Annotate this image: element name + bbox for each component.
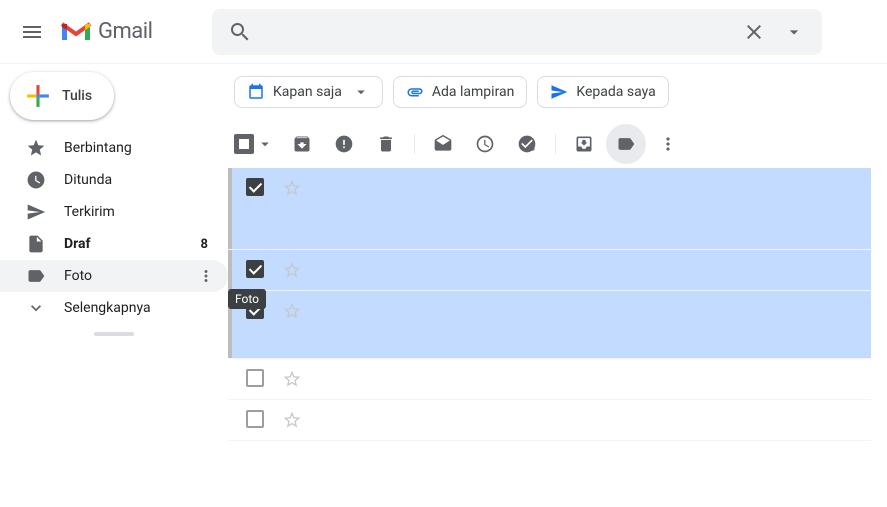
toolbar-separator (555, 134, 556, 154)
row-checkbox[interactable] (246, 178, 266, 198)
filter-chip[interactable]: Ada lampiran (393, 76, 528, 108)
label-more-button[interactable] (196, 266, 216, 286)
chip-label: Ada lampiran (432, 84, 515, 100)
snooze-button[interactable] (465, 124, 505, 164)
search-input[interactable] (260, 23, 734, 41)
mail-row[interactable] (228, 168, 871, 250)
report-spam-button[interactable] (324, 124, 364, 164)
sidebar-item-selengkapnya[interactable]: Selengkapnya (0, 292, 228, 324)
star-icon (26, 138, 46, 158)
header: Gmail (0, 0, 887, 64)
sidebar-item-label: Draf (64, 236, 201, 252)
chip-label: Kapan saja (273, 84, 342, 100)
more-actions-button[interactable] (648, 124, 688, 164)
search-bar[interactable] (212, 9, 822, 55)
move-to-button[interactable] (564, 124, 604, 164)
sidebar-item-terkirim[interactable]: Terkirim (0, 196, 228, 228)
row-checkbox[interactable] (246, 369, 266, 389)
selection-indicator (228, 250, 232, 290)
delete-button[interactable] (366, 124, 406, 164)
sidebar-resize-handle[interactable] (94, 332, 134, 336)
file-icon (26, 234, 46, 254)
sidebar-item-label: Berbintang (64, 140, 216, 156)
filter-chip[interactable]: Kapan saja (234, 76, 383, 108)
mail-row[interactable] (228, 250, 871, 291)
archive-button[interactable] (282, 124, 322, 164)
filter-chip[interactable]: Kepada saya (537, 76, 668, 108)
main-menu-button[interactable] (8, 8, 56, 56)
filter-chips-row: Kapan saja Ada lampiran Kepada saya (228, 64, 871, 120)
label-tooltip: Foto (228, 289, 266, 309)
select-all-checkbox-icon (234, 134, 254, 154)
sidebar-item-draf[interactable]: Draf8 (0, 228, 228, 260)
caret-down-icon (256, 135, 274, 153)
sidebar-item-berbintang[interactable]: Berbintang (0, 132, 228, 164)
star-icon[interactable] (282, 369, 302, 389)
sidebar-item-ditunda[interactable]: Ditunda (0, 164, 228, 196)
row-checkbox[interactable] (246, 410, 266, 430)
star-icon[interactable] (282, 178, 302, 198)
toolbar (228, 120, 871, 168)
label-icon (26, 266, 46, 286)
caret-down-icon (352, 83, 370, 101)
star-icon[interactable] (282, 301, 302, 321)
select-all-control[interactable] (234, 134, 274, 154)
mail-row[interactable] (228, 400, 871, 441)
gmail-logo-icon (60, 20, 92, 44)
add-to-tasks-button[interactable] (507, 124, 547, 164)
star-icon[interactable] (282, 260, 302, 280)
plus-icon (24, 82, 52, 110)
send-icon (26, 202, 46, 222)
attachment-icon (406, 83, 424, 101)
mail-row[interactable] (228, 359, 871, 400)
sidebar: Tulis Berbintang Ditunda Terkirim Draf8 Foto… (0, 64, 228, 507)
star-icon[interactable] (282, 410, 302, 430)
clear-search-button[interactable] (734, 12, 774, 52)
sidebar-item-count: 8 (201, 237, 208, 252)
mail-row[interactable] (228, 291, 871, 359)
row-checkbox[interactable] (246, 260, 266, 280)
send-blue-icon (550, 83, 568, 101)
mail-list (228, 168, 871, 441)
clock-icon (26, 170, 46, 190)
layout: Tulis Berbintang Ditunda Terkirim Draf8 Foto… (0, 64, 887, 507)
toolbar-separator (414, 134, 415, 154)
main: Kapan saja Ada lampiran Kepada saya (228, 64, 887, 507)
search-options-button[interactable] (774, 12, 814, 52)
app-name: Gmail (98, 19, 152, 44)
chip-label: Kepada saya (576, 84, 655, 100)
sidebar-item-label: Ditunda (64, 172, 216, 188)
chevron-down-icon (26, 298, 46, 318)
search-icon[interactable] (220, 12, 260, 52)
logo[interactable]: Gmail (60, 19, 152, 44)
mark-unread-button[interactable] (423, 124, 463, 164)
labels-button[interactable] (606, 124, 646, 164)
sidebar-item-label: Foto (64, 268, 196, 284)
compose-label: Tulis (62, 88, 92, 104)
sidebar-item-label: Selengkapnya (64, 300, 216, 316)
compose-button[interactable]: Tulis (10, 72, 114, 120)
sidebar-item-label: Terkirim (64, 204, 216, 220)
sidebar-item-foto[interactable]: Foto (0, 260, 228, 292)
calendar-icon (247, 83, 265, 101)
selection-indicator (228, 168, 232, 249)
